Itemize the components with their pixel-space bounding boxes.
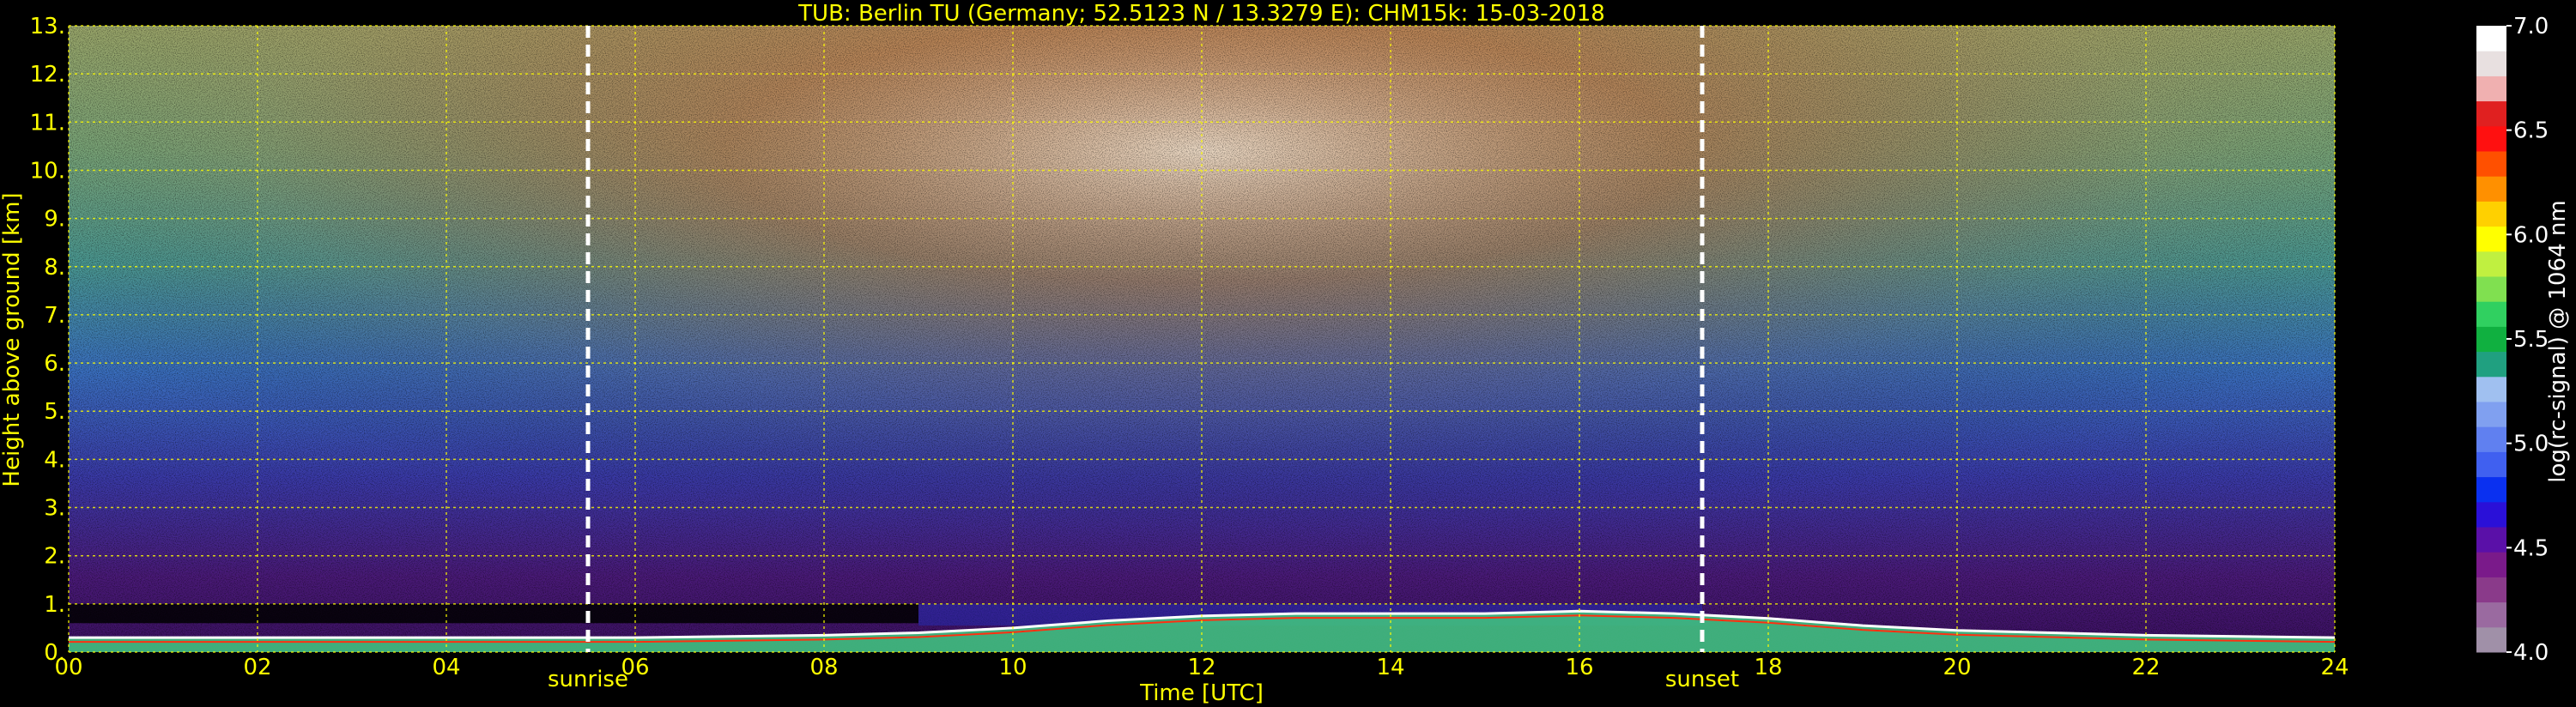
sunset-label: sunset bbox=[1665, 667, 1739, 692]
colorbar-segment bbox=[2476, 276, 2506, 302]
colorbar-segment bbox=[2476, 451, 2506, 478]
x-tick-label: 02 bbox=[243, 655, 271, 680]
colorbar-tick-label: 6.5 bbox=[2513, 118, 2549, 144]
low-cloud-band bbox=[69, 603, 918, 624]
y-tick-label: 8. bbox=[44, 255, 65, 281]
y-tick-label: 11. bbox=[30, 110, 65, 136]
x-tick-labels: 00 02 04 06 08 10 12 14 16 18 20 22 24 bbox=[54, 655, 2349, 680]
colorbar-segment bbox=[2476, 476, 2506, 503]
colorbar-tick-label: 6.0 bbox=[2513, 222, 2549, 248]
y-tick-label: 10. bbox=[30, 158, 65, 184]
lidar-quicklook-chart: TUB: Berlin TU (Germany; 52.5123 N / 13.… bbox=[0, 1, 2571, 706]
x-tick-label: 20 bbox=[1943, 655, 1971, 680]
x-tick-label: 14 bbox=[1376, 655, 1404, 680]
colorbar-segment bbox=[2476, 201, 2506, 227]
x-tick-label: 12 bbox=[1187, 655, 1215, 680]
colorbar-segment bbox=[2476, 577, 2506, 603]
colorbar-segment bbox=[2476, 426, 2506, 452]
colorbar-tick-label: 5.5 bbox=[2513, 327, 2549, 353]
colorbar-segment bbox=[2476, 176, 2506, 202]
colorbar-tick-label: 5.0 bbox=[2513, 432, 2549, 457]
x-tick-label: 18 bbox=[1754, 655, 1782, 680]
y-axis-label: Height above ground [km] bbox=[0, 192, 25, 486]
chart-title: TUB: Berlin TU (Germany; 52.5123 N / 13.… bbox=[797, 1, 1605, 27]
colorbar-tick-labels: 4.0 4.5 5.0 5.5 6.0 6.5 7.0 bbox=[2506, 14, 2549, 666]
x-tick-label: 22 bbox=[2131, 655, 2160, 680]
y-tick-label: 3. bbox=[44, 496, 65, 522]
y-tick-label: 0. bbox=[44, 640, 65, 666]
colorbar-segment bbox=[2476, 226, 2506, 252]
colorbar-segment bbox=[2476, 125, 2506, 152]
colorbar-segment bbox=[2476, 501, 2506, 528]
colorbar-segment bbox=[2476, 626, 2506, 653]
colorbar-tick-label: 4.0 bbox=[2513, 640, 2549, 666]
colorbar-tick-label: 7.0 bbox=[2513, 14, 2549, 39]
plot-area bbox=[68, 25, 2336, 653]
x-tick-label: 10 bbox=[998, 655, 1027, 680]
colorbar-segment bbox=[2476, 151, 2506, 177]
y-tick-label: 1. bbox=[44, 592, 65, 618]
y-tick-labels: 0. 1. 2. 3. 4. 5. 6. 7. 8. 9. 10. 11. 12. 13. bbox=[30, 14, 65, 666]
colorbar-segment bbox=[2476, 51, 2506, 76]
colorbar bbox=[2476, 26, 2506, 653]
x-tick-label: 24 bbox=[2320, 655, 2349, 680]
colorbar-segment bbox=[2476, 100, 2506, 127]
y-tick-label: 4. bbox=[44, 447, 65, 473]
y-tick-label: 9. bbox=[44, 207, 65, 233]
y-tick-label: 5. bbox=[44, 399, 65, 425]
colorbar-segment bbox=[2476, 601, 2506, 628]
colorbar-tick-label: 4.5 bbox=[2513, 535, 2549, 561]
colorbar-segment bbox=[2476, 301, 2506, 327]
colorbar-segment bbox=[2476, 76, 2506, 102]
y-tick-label: 12. bbox=[30, 62, 65, 88]
x-tick-label: 16 bbox=[1565, 655, 1593, 680]
colorbar-segment bbox=[2476, 26, 2506, 51]
colorbar-segment bbox=[2476, 326, 2506, 353]
colorbar-segment bbox=[2476, 527, 2506, 553]
y-tick-label: 6. bbox=[44, 351, 65, 377]
y-tick-label: 7. bbox=[44, 303, 65, 329]
y-tick-label: 13. bbox=[30, 14, 65, 39]
sunrise-label: sunrise bbox=[548, 667, 628, 692]
colorbar-segment bbox=[2476, 251, 2506, 277]
x-axis-label: Time [UTC] bbox=[1139, 680, 1264, 706]
colorbar-segment bbox=[2476, 351, 2506, 378]
colorbar-segment bbox=[2476, 552, 2506, 577]
colorbar-segment bbox=[2476, 402, 2506, 427]
x-tick-label: 04 bbox=[432, 655, 460, 680]
x-tick-label: 08 bbox=[809, 655, 838, 680]
colorbar-segment bbox=[2476, 376, 2506, 402]
y-tick-label: 2. bbox=[44, 544, 65, 570]
colorbar-label: log(rc-signal) @ 1064 nm bbox=[2545, 200, 2571, 482]
